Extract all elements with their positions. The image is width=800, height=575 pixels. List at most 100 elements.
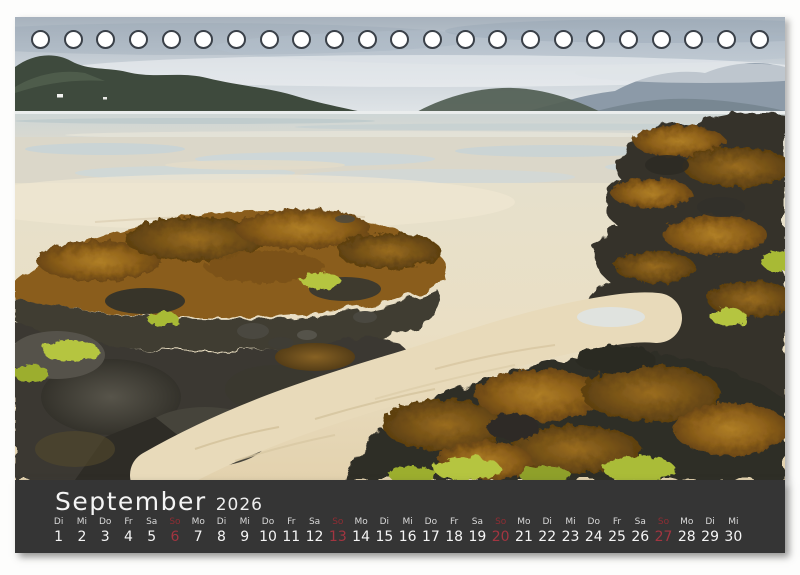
day-number: 8 [217, 529, 226, 546]
day-cell: Sa 26 [629, 517, 652, 546]
beach-landscape-graphic [15, 17, 785, 480]
binding-ring [96, 30, 115, 49]
calendar-title: September 2026 [55, 487, 785, 516]
day-cell: Mi 2 [70, 517, 93, 546]
binding-ring [684, 30, 703, 49]
weekday-label: Di [705, 517, 714, 527]
day-number: 5 [147, 529, 156, 546]
weekday-label: Sa [146, 517, 157, 527]
day-cell: Di 8 [210, 517, 233, 546]
weekday-label: Di [380, 517, 389, 527]
day-cell: Di 29 [698, 517, 721, 546]
weekday-label: Di [54, 517, 63, 527]
weekday-label: Mi [728, 517, 738, 527]
landscape-photo [15, 17, 785, 480]
day-cell: Fr 18 [443, 517, 466, 546]
calendar-sheet: September 2026 Di 1 Mi 2 Do 3 Fr 4 Sa 5 … [15, 17, 785, 553]
weekday-label: Do [588, 517, 600, 527]
weekday-label: Mo [680, 517, 693, 527]
day-number: 13 [329, 529, 347, 546]
weekday-label: So [169, 517, 180, 527]
day-cell: Mi 30 [722, 517, 745, 546]
day-number: 19 [469, 529, 487, 546]
binding-ring [162, 30, 181, 49]
binding-ring [652, 30, 671, 49]
day-number: 10 [259, 529, 277, 546]
binding-ring [717, 30, 736, 49]
day-number: 14 [352, 529, 370, 546]
weekday-label: So [495, 517, 506, 527]
day-number: 6 [171, 529, 180, 546]
day-cell: Di 15 [373, 517, 396, 546]
day-cell: Mi 23 [559, 517, 582, 546]
day-number: 27 [655, 529, 673, 546]
binding-ring [586, 30, 605, 49]
binding-ring [488, 30, 507, 49]
binding-ring [390, 30, 409, 49]
day-number: 16 [399, 529, 417, 546]
weekday-label: Do [99, 517, 111, 527]
binding-ring [194, 30, 213, 49]
day-cell: Do 17 [419, 517, 442, 546]
binding-ring [129, 30, 148, 49]
day-number: 21 [515, 529, 533, 546]
weekday-label: Do [262, 517, 274, 527]
weekday-label: Mo [354, 517, 367, 527]
year-title: 2026 [216, 495, 263, 515]
day-cell: Fr 11 [280, 517, 303, 546]
weekday-label: Sa [309, 517, 320, 527]
day-cell: Mi 9 [233, 517, 256, 546]
weekday-label: Fr [450, 517, 458, 527]
day-cell: So 6 [163, 517, 186, 546]
binding-rings [31, 30, 769, 49]
weekday-label: Fr [613, 517, 621, 527]
day-cell: Mo 14 [349, 517, 372, 546]
weekday-label: Sa [635, 517, 646, 527]
day-number: 30 [724, 529, 742, 546]
day-number: 7 [194, 529, 203, 546]
calendar-bar: September 2026 Di 1 Mi 2 Do 3 Fr 4 Sa 5 … [15, 480, 785, 553]
day-number: 12 [306, 529, 324, 546]
day-cell: Sa 12 [303, 517, 326, 546]
day-number: 15 [375, 529, 393, 546]
binding-ring [423, 30, 442, 49]
binding-ring [358, 30, 377, 49]
day-cell: Do 24 [582, 517, 605, 546]
binding-ring [227, 30, 246, 49]
weekday-label: Fr [124, 517, 132, 527]
day-number: 9 [240, 529, 249, 546]
day-number: 1 [54, 529, 63, 546]
binding-ring [619, 30, 638, 49]
day-number: 3 [101, 529, 110, 546]
binding-ring [260, 30, 279, 49]
day-cell: So 20 [489, 517, 512, 546]
day-cell: Do 10 [256, 517, 279, 546]
weekday-label: Mo [517, 517, 530, 527]
day-cell: Di 1 [47, 517, 70, 546]
day-number: 4 [124, 529, 133, 546]
binding-ring [554, 30, 573, 49]
day-cell: So 27 [652, 517, 675, 546]
day-cell: Fr 4 [117, 517, 140, 546]
day-number: 2 [77, 529, 86, 546]
weekday-label: Fr [287, 517, 295, 527]
day-number: 29 [701, 529, 719, 546]
weekday-label: Di [217, 517, 226, 527]
day-cell: Sa 5 [140, 517, 163, 546]
day-cell: Mo 7 [187, 517, 210, 546]
day-cell: Sa 19 [466, 517, 489, 546]
binding-ring [325, 30, 344, 49]
day-number: 17 [422, 529, 440, 546]
binding-ring [521, 30, 540, 49]
day-number: 18 [445, 529, 463, 546]
day-number: 23 [562, 529, 580, 546]
calendar-days-row: Di 1 Mi 2 Do 3 Fr 4 Sa 5 So 6 Mo 7 Di 8 … [47, 517, 745, 546]
day-number: 20 [492, 529, 510, 546]
weekday-label: So [332, 517, 343, 527]
weekday-label: Di [542, 517, 551, 527]
weekday-label: Mi [240, 517, 250, 527]
day-number: 25 [608, 529, 626, 546]
day-cell: Do 3 [94, 517, 117, 546]
month-title: September [55, 487, 207, 516]
weekday-label: Do [425, 517, 437, 527]
